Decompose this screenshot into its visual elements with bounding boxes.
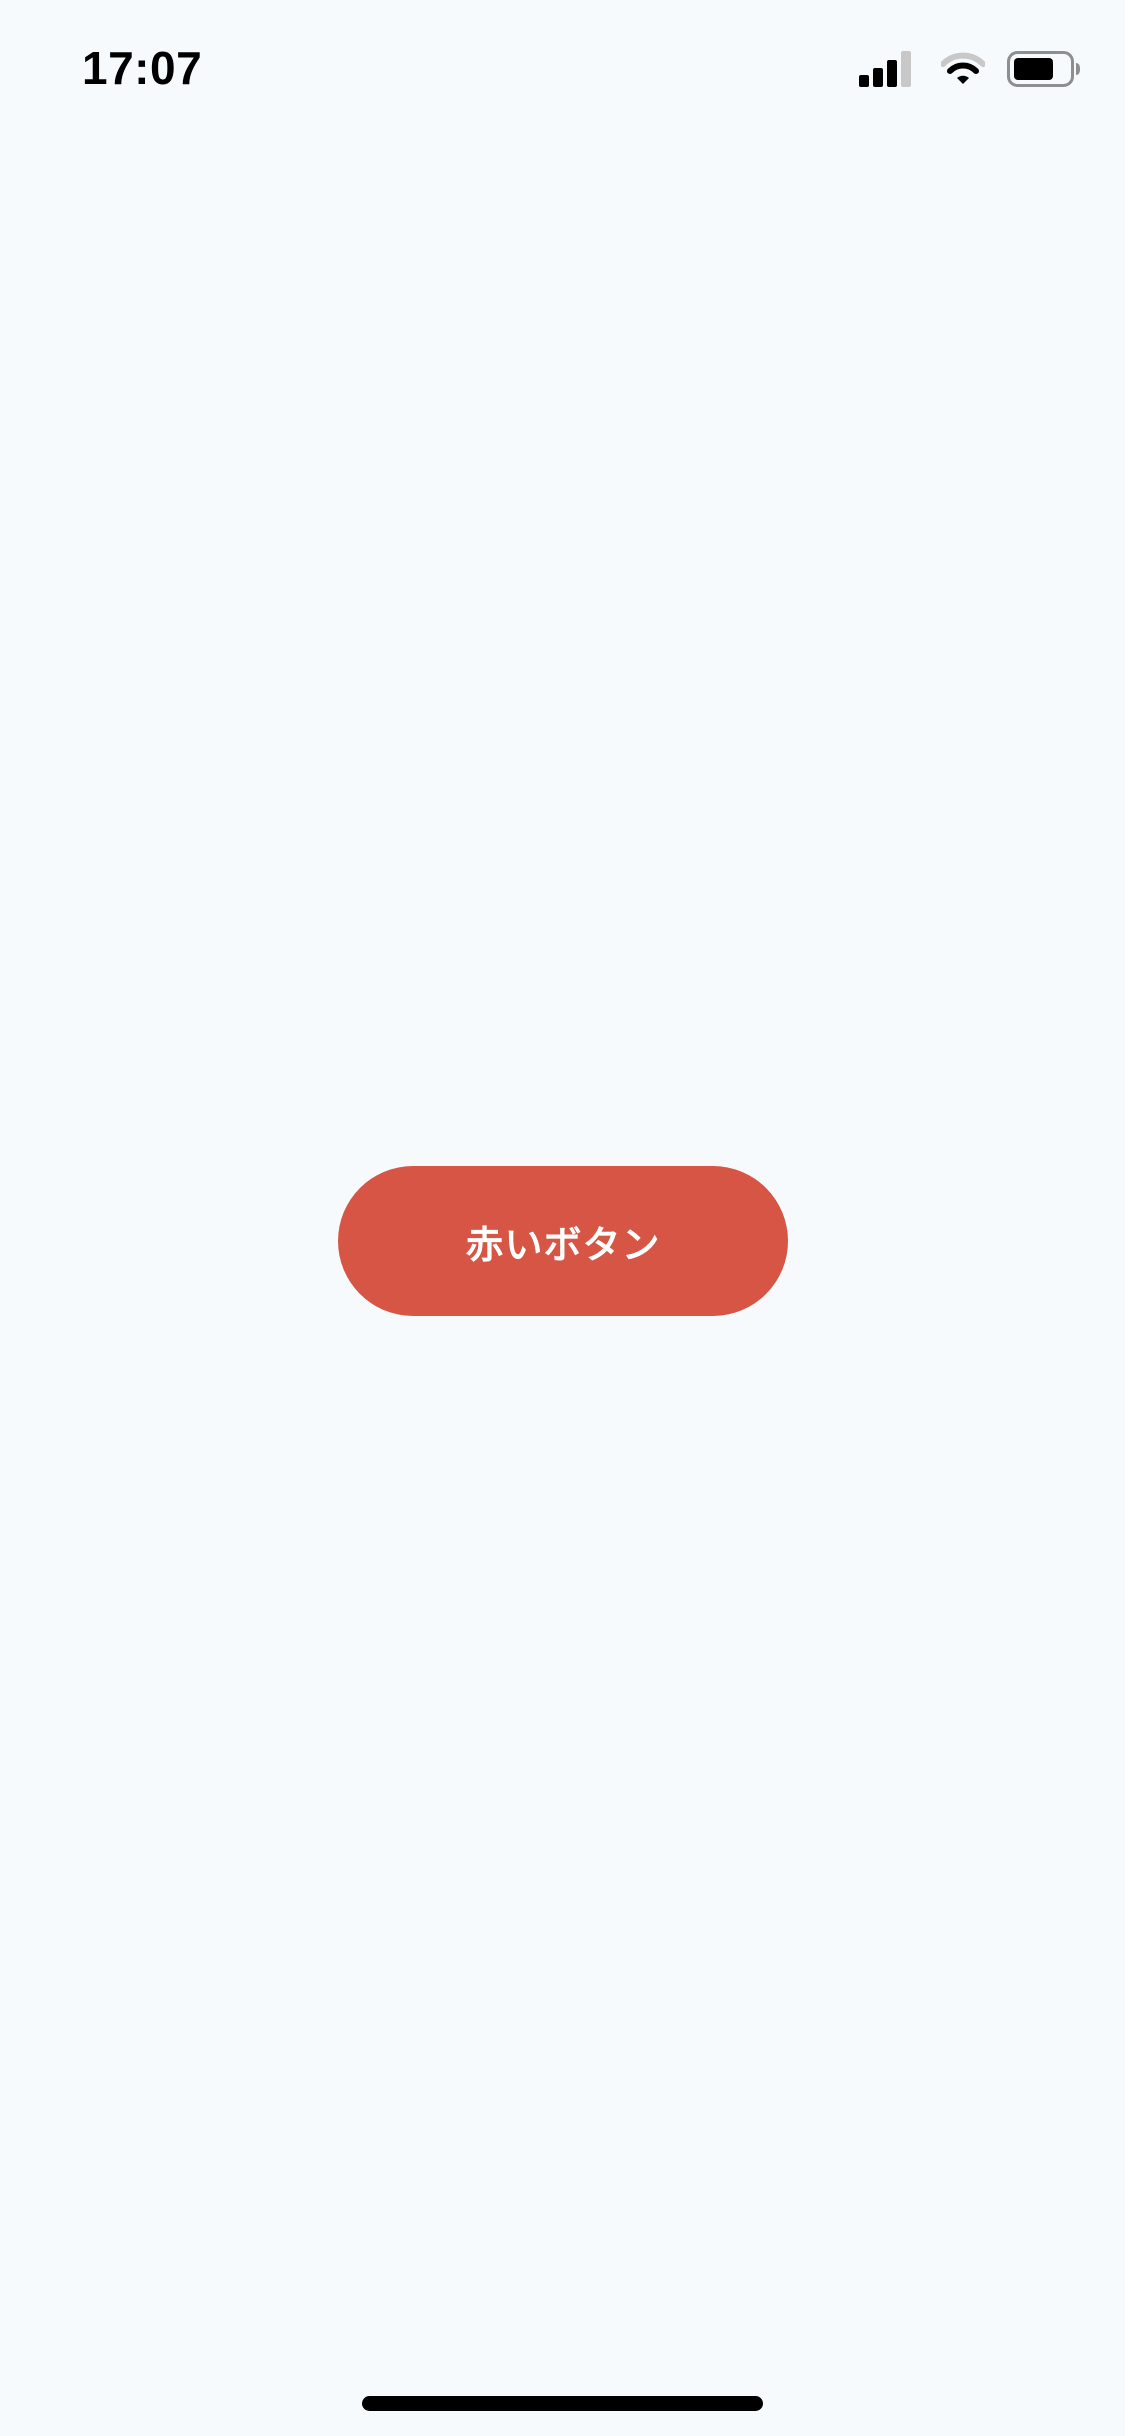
wifi-icon (941, 52, 985, 84)
red-button-label: 赤いボタン (465, 1222, 661, 1267)
status-time: 17:07 (82, 42, 203, 94)
status-bar: 17:07 (0, 0, 1125, 132)
app-screen: 17:07 赤いボタン (0, 0, 1125, 2436)
signal-icon (859, 51, 911, 87)
status-icons (859, 48, 1081, 90)
battery-icon (1007, 51, 1080, 87)
home-indicator[interactable] (362, 2396, 763, 2411)
red-button[interactable]: 赤いボタン (338, 1166, 788, 1316)
